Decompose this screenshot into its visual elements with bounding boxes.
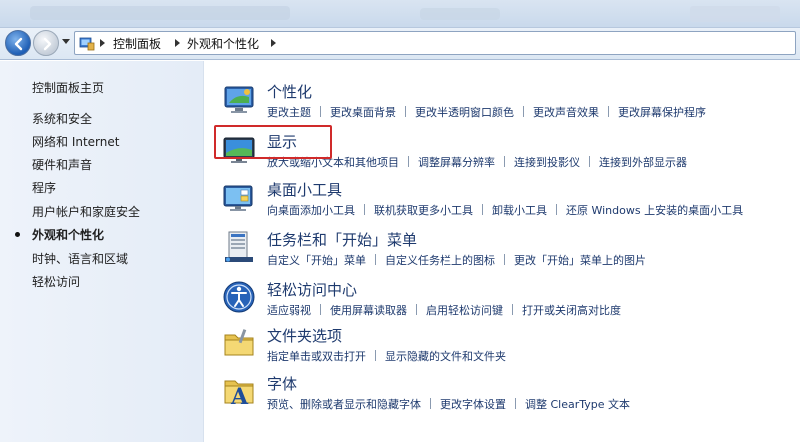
category-title[interactable]: 任务栏和「开始」菜单 [267,229,417,250]
navigation-bar: 控制面板 外观和个性化 [0,28,800,60]
category-links: 自定义「开始」菜单 自定义任务栏上的图标 更改「开始」菜单上的图片 [267,252,646,268]
link-change-window-color[interactable]: 更改半透明窗口颜色 [415,106,514,119]
category-links: 适应弱视 使用屏幕读取器 启用轻松访问键 打开或关闭高对比度 [267,302,621,318]
link-divider [504,156,505,167]
link-restore-gadgets[interactable]: 还原 Windows 上安装的桌面小工具 [566,204,743,217]
link-divider [416,304,417,315]
link-font-settings[interactable]: 更改字体设置 [440,398,506,411]
link-divider [364,204,365,215]
breadcrumb-appearance[interactable]: 外观和个性化 [187,35,259,52]
link-divider [523,106,524,117]
breadcrumb-control-panel[interactable]: 控制面板 [113,35,161,52]
link-divider [504,254,505,265]
link-change-background[interactable]: 更改桌面背景 [330,106,396,119]
sidebar-item-user-accounts[interactable]: 用户帐户和家庭安全 [32,203,140,220]
category-title[interactable]: 桌面小工具 [267,179,342,200]
sidebar-item-appearance: 外观和个性化 [32,228,105,242]
link-high-contrast[interactable]: 打开或关闭高对比度 [522,304,621,317]
link-divider [408,156,409,167]
link-customize-start-menu[interactable]: 自定义「开始」菜单 [267,254,366,267]
back-button[interactable] [5,30,31,56]
link-low-vision[interactable]: 适应弱视 [267,304,311,317]
sidebar-item-network-internet[interactable]: 网络和 Internet [32,133,119,150]
link-connect-external-display[interactable]: 连接到外部显示器 [599,156,687,169]
current-item-bullet [15,232,20,237]
control-panel-icon [79,37,95,51]
category-title[interactable]: 轻松访问中心 [267,279,357,300]
link-divider [515,398,516,409]
link-accessibility-keys[interactable]: 启用轻松访问键 [426,304,503,317]
personalization-icon[interactable] [221,81,257,117]
link-get-more-gadgets[interactable]: 联机获取更多小工具 [374,204,473,217]
link-divider [589,156,590,167]
svg-text:A: A [230,384,249,409]
category-links: 更改主题 更改桌面背景 更改半透明窗口颜色 更改声音效果 更改屏幕保护程序 [267,104,706,120]
link-adjust-resolution[interactable]: 调整屏幕分辨率 [418,156,495,169]
main-content-pane: 个性化 更改主题 更改桌面背景 更改半透明窗口颜色 更改声音效果 更改屏幕保护程序 显示… [205,61,800,442]
sidebar-item-clock-language[interactable]: 时钟、语言和区域 [32,250,128,267]
window-title-bar [0,0,800,28]
arrow-left-icon [14,37,23,51]
sidebar-item-programs[interactable]: 程序 [32,179,56,196]
ease-of-access-icon[interactable] [221,279,257,315]
link-divider [512,304,513,315]
gadgets-icon[interactable] [221,179,257,215]
category-title[interactable]: 字体 [267,373,297,394]
link-cleartype[interactable]: 调整 ClearType 文本 [525,398,630,411]
link-change-start-picture[interactable]: 更改「开始」菜单上的图片 [514,254,646,267]
sidebar-item-ease-of-access[interactable]: 轻松访问 [32,273,80,290]
link-divider [320,106,321,117]
category-title[interactable]: 文件夹选项 [267,325,342,346]
breadcrumb-separator[interactable] [271,39,276,47]
link-divider [556,204,557,215]
category-links: 预览、删除或者显示和隐藏字体 更改字体设置 调整 ClearType 文本 [267,396,630,412]
forward-button[interactable] [33,30,59,56]
link-divider [375,254,376,265]
left-navigation-pane: 控制面板主页 系统和安全 网络和 Internet 硬件和声音 程序 用户帐户和… [0,61,204,442]
link-divider [608,106,609,117]
address-bar[interactable]: 控制面板 外观和个性化 [74,31,796,55]
link-screen-reader[interactable]: 使用屏幕读取器 [330,304,407,317]
link-divider [320,304,321,315]
link-change-theme[interactable]: 更改主题 [267,106,311,119]
link-divider [375,350,376,361]
link-single-double-click[interactable]: 指定单击或双击打开 [267,350,366,363]
category-links: 指定单击或双击打开 显示隐藏的文件和文件夹 [267,348,506,364]
sidebar-item-system-security[interactable]: 系统和安全 [32,110,92,127]
breadcrumb-separator[interactable] [100,39,105,47]
title-bar-blur [30,6,290,20]
fonts-icon[interactable]: A [221,373,257,409]
link-connect-projector[interactable]: 连接到投影仪 [514,156,580,169]
window-controls[interactable] [690,6,780,22]
link-customize-taskbar-icons[interactable]: 自定义任务栏上的图标 [385,254,495,267]
link-uninstall-gadget[interactable]: 卸载小工具 [492,204,547,217]
link-divider [430,398,431,409]
control-panel-home-link[interactable]: 控制面板主页 [32,79,104,96]
breadcrumb-separator[interactable] [175,39,180,47]
link-change-screensaver[interactable]: 更改屏幕保护程序 [618,106,706,119]
annotation-highlight-box [214,125,332,159]
link-change-sounds[interactable]: 更改声音效果 [533,106,599,119]
link-preview-fonts[interactable]: 预览、删除或者显示和隐藏字体 [267,398,421,411]
link-add-gadgets[interactable]: 向桌面添加小工具 [267,204,355,217]
link-divider [482,204,483,215]
taskbar-icon[interactable] [221,229,257,265]
category-links: 向桌面添加小工具 联机获取更多小工具 卸载小工具 还原 Windows 上安装的桌面小… [267,202,743,218]
link-show-hidden-files[interactable]: 显示隐藏的文件和文件夹 [385,350,506,363]
recent-pages-dropdown[interactable] [62,39,70,44]
title-bar-blur [420,8,500,20]
category-title[interactable]: 个性化 [267,81,312,102]
arrow-right-icon [43,37,52,51]
link-divider [405,106,406,117]
sidebar-item-hardware-sound[interactable]: 硬件和声音 [32,156,92,173]
folder-options-icon[interactable] [221,325,257,361]
